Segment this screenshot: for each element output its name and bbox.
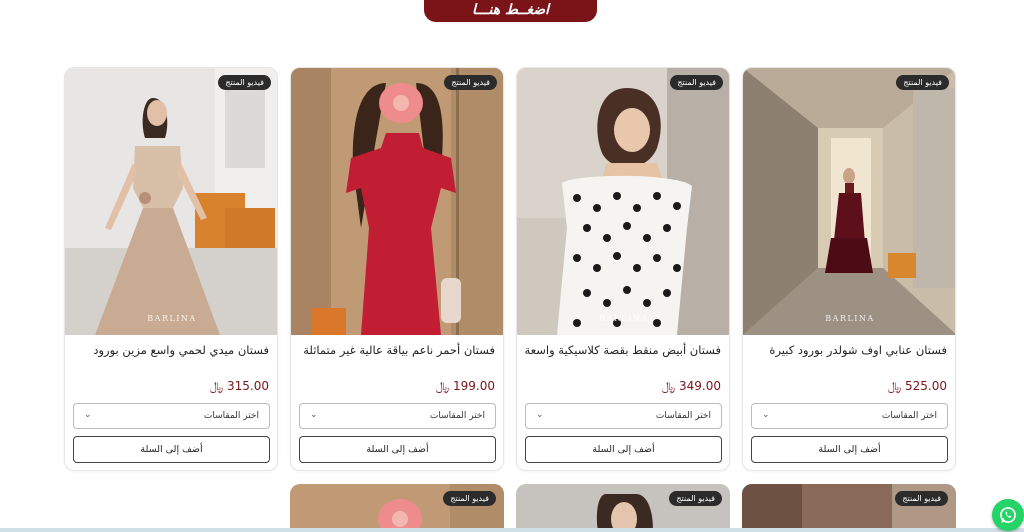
product-video-badge[interactable]: فيديو المنتج: [218, 75, 271, 90]
whatsapp-icon: [1000, 507, 1016, 523]
size-select[interactable]: اختر المقاسات ⌄: [73, 403, 270, 429]
page: اضغــط هنـــا فيديو المنتج BARLINA فستان…: [0, 0, 1024, 532]
product-card[interactable]: فيديو المنتج فستان أحمر ناعم بياقة عالية…: [290, 67, 504, 471]
product-price: 525.00 ﷼: [888, 379, 947, 394]
product-video-badge[interactable]: فيديو المنتج: [895, 491, 948, 506]
riyal-icon: ﷼: [209, 379, 224, 393]
size-select[interactable]: اختر المقاسات ⌄: [751, 403, 948, 429]
add-to-cart-button[interactable]: أضف إلى السلة: [73, 436, 270, 463]
riyal-icon: ﷼: [887, 379, 902, 393]
product-image[interactable]: فيديو المنتج: [291, 68, 503, 335]
add-to-cart-button[interactable]: أضف إلى السلة: [525, 436, 722, 463]
size-select[interactable]: اختر المقاسات ⌄: [525, 403, 722, 429]
product-video-badge[interactable]: فيديو المنتج: [444, 75, 497, 90]
product-price: 349.00 ﷼: [662, 379, 721, 394]
product-card[interactable]: فيديو المنتج: [290, 484, 504, 532]
product-card[interactable]: فيديو المنتج: [742, 484, 956, 532]
price-value: 349.00: [679, 379, 721, 393]
product-price: 199.00 ﷼: [436, 379, 495, 394]
riyal-icon: ﷼: [661, 379, 676, 393]
product-image[interactable]: فيديو المنتج BARLINA: [517, 68, 729, 335]
product-title[interactable]: فستان أبيض منقط بقصة كلاسيكية واسعة: [523, 342, 721, 358]
price-value: 525.00: [905, 379, 947, 393]
product-video-badge[interactable]: فيديو المنتج: [670, 75, 723, 90]
chevron-down-icon: ⌄: [536, 410, 544, 420]
whatsapp-button[interactable]: [992, 499, 1024, 531]
brand-watermark: BARLINA: [147, 314, 197, 323]
product-video-badge[interactable]: فيديو المنتج: [669, 491, 722, 506]
product-video-badge[interactable]: فيديو المنتج: [896, 75, 949, 90]
product-title[interactable]: فستان ميدي لحمي واسع مزين بورود: [71, 342, 269, 358]
size-select-label: اختر المقاسات: [881, 411, 937, 421]
add-to-cart-button[interactable]: أضف إلى السلة: [751, 436, 948, 463]
product-title[interactable]: فستان عنابي اوف شولدر بورود كبيرة: [749, 342, 947, 358]
chevron-down-icon: ⌄: [310, 410, 318, 420]
product-card[interactable]: فيديو المنتج BARLINA فستان عنابي اوف شول…: [742, 67, 956, 471]
product-video-badge[interactable]: فيديو المنتج: [443, 491, 496, 506]
brand-watermark: BARLINA: [599, 314, 649, 323]
riyal-icon: ﷼: [435, 379, 450, 393]
price-value: 315.00: [227, 379, 269, 393]
add-to-cart-button[interactable]: أضف إلى السلة: [299, 436, 496, 463]
chevron-down-icon: ⌄: [84, 410, 92, 420]
product-image[interactable]: فيديو المنتج BARLINA: [743, 68, 955, 335]
product-price: 315.00 ﷼: [210, 379, 269, 394]
product-card[interactable]: فيديو المنتج BARLINA فستان أبيض منقط بقص…: [516, 67, 730, 471]
size-select-label: اختر المقاسات: [203, 411, 259, 421]
brand-watermark: BARLINA: [825, 314, 875, 323]
product-image[interactable]: فيديو المنتج BARLINA: [65, 68, 277, 335]
product-card[interactable]: فيديو المنتج: [516, 484, 730, 532]
product-card[interactable]: فيديو المنتج BARLINA فستان ميدي لحمي واس…: [64, 67, 278, 471]
chevron-down-icon: ⌄: [762, 410, 770, 420]
page-bottom-divider: [0, 528, 1024, 532]
size-select-label: اختر المقاسات: [655, 411, 711, 421]
product-title[interactable]: فستان أحمر ناعم بياقة عالية غير متماثلة: [297, 342, 495, 358]
size-select-label: اختر المقاسات: [429, 411, 485, 421]
click-here-button[interactable]: اضغــط هنـــا: [424, 0, 597, 22]
size-select[interactable]: اختر المقاسات ⌄: [299, 403, 496, 429]
price-value: 199.00: [453, 379, 495, 393]
